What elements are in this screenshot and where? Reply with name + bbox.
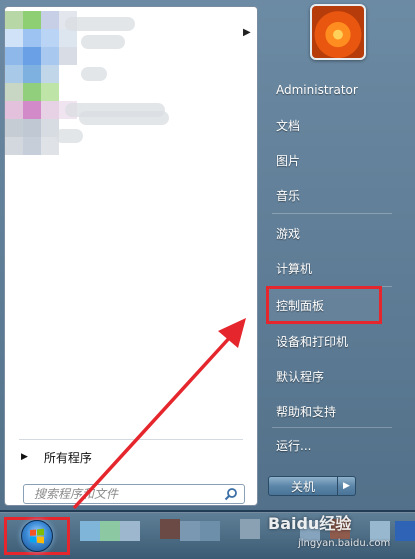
search-input[interactable] <box>24 486 222 502</box>
start-button[interactable] <box>4 517 70 555</box>
computer-label: 计算机 <box>276 261 313 276</box>
left-pane-divider <box>19 439 243 440</box>
pictures-link[interactable]: 图片 <box>268 146 398 174</box>
chevron-right-icon: ▶ <box>21 452 28 462</box>
start-menu: ▶ ▶ 所有程序 Administrator 文档 图片 <box>0 0 415 510</box>
shutdown-label: 关机 <box>290 479 315 494</box>
devices-and-printers-link[interactable]: 设备和打印机 <box>268 327 398 355</box>
control-panel-label: 控制面板 <box>276 298 325 313</box>
places-pane: Administrator 文档 图片 音乐 游戏 计算机 控制面板 设备和打印… <box>262 0 415 510</box>
control-panel-link[interactable]: 控制面板 <box>266 286 382 324</box>
pictures-label: 图片 <box>276 153 301 168</box>
chevron-right-icon: ▶ <box>343 481 350 491</box>
music-link[interactable]: 音乐 <box>268 181 398 209</box>
default-programs-link[interactable]: 默认程序 <box>268 362 398 390</box>
right-pane-divider <box>272 427 392 428</box>
run-label: 运行... <box>276 438 312 453</box>
user-name-link[interactable]: Administrator <box>268 76 398 104</box>
shutdown-options-button[interactable]: ▶ <box>338 476 356 496</box>
chevron-right-icon[interactable]: ▶ <box>243 27 251 38</box>
program-list-pane: ▶ ▶ 所有程序 <box>4 6 258 506</box>
all-programs-button[interactable]: ▶ 所有程序 <box>21 447 241 467</box>
search-box[interactable] <box>23 484 245 504</box>
help-and-support-label: 帮助和支持 <box>276 404 337 419</box>
documents-link[interactable]: 文档 <box>268 111 398 139</box>
search-icon[interactable] <box>222 485 240 503</box>
games-label: 游戏 <box>276 226 301 241</box>
computer-link[interactable]: 计算机 <box>268 254 398 282</box>
devices-and-printers-label: 设备和打印机 <box>276 334 349 349</box>
default-programs-label: 默认程序 <box>276 369 325 384</box>
watermark-url: jingyan.baidu.com <box>298 538 391 549</box>
help-and-support-link[interactable]: 帮助和支持 <box>268 397 398 425</box>
right-pane-divider <box>272 286 392 287</box>
run-link[interactable]: 运行... <box>268 431 398 459</box>
windows-logo-icon <box>21 520 53 552</box>
music-label: 音乐 <box>276 188 301 203</box>
user-name-label: Administrator <box>276 83 358 97</box>
shutdown-button[interactable]: 关机 <box>268 476 338 496</box>
user-avatar[interactable] <box>310 4 366 60</box>
baidu-watermark: Baidu经验 <box>268 514 352 533</box>
documents-label: 文档 <box>276 118 301 133</box>
right-pane-divider <box>272 213 392 214</box>
all-programs-label: 所有程序 <box>43 450 92 465</box>
games-link[interactable]: 游戏 <box>268 219 398 247</box>
